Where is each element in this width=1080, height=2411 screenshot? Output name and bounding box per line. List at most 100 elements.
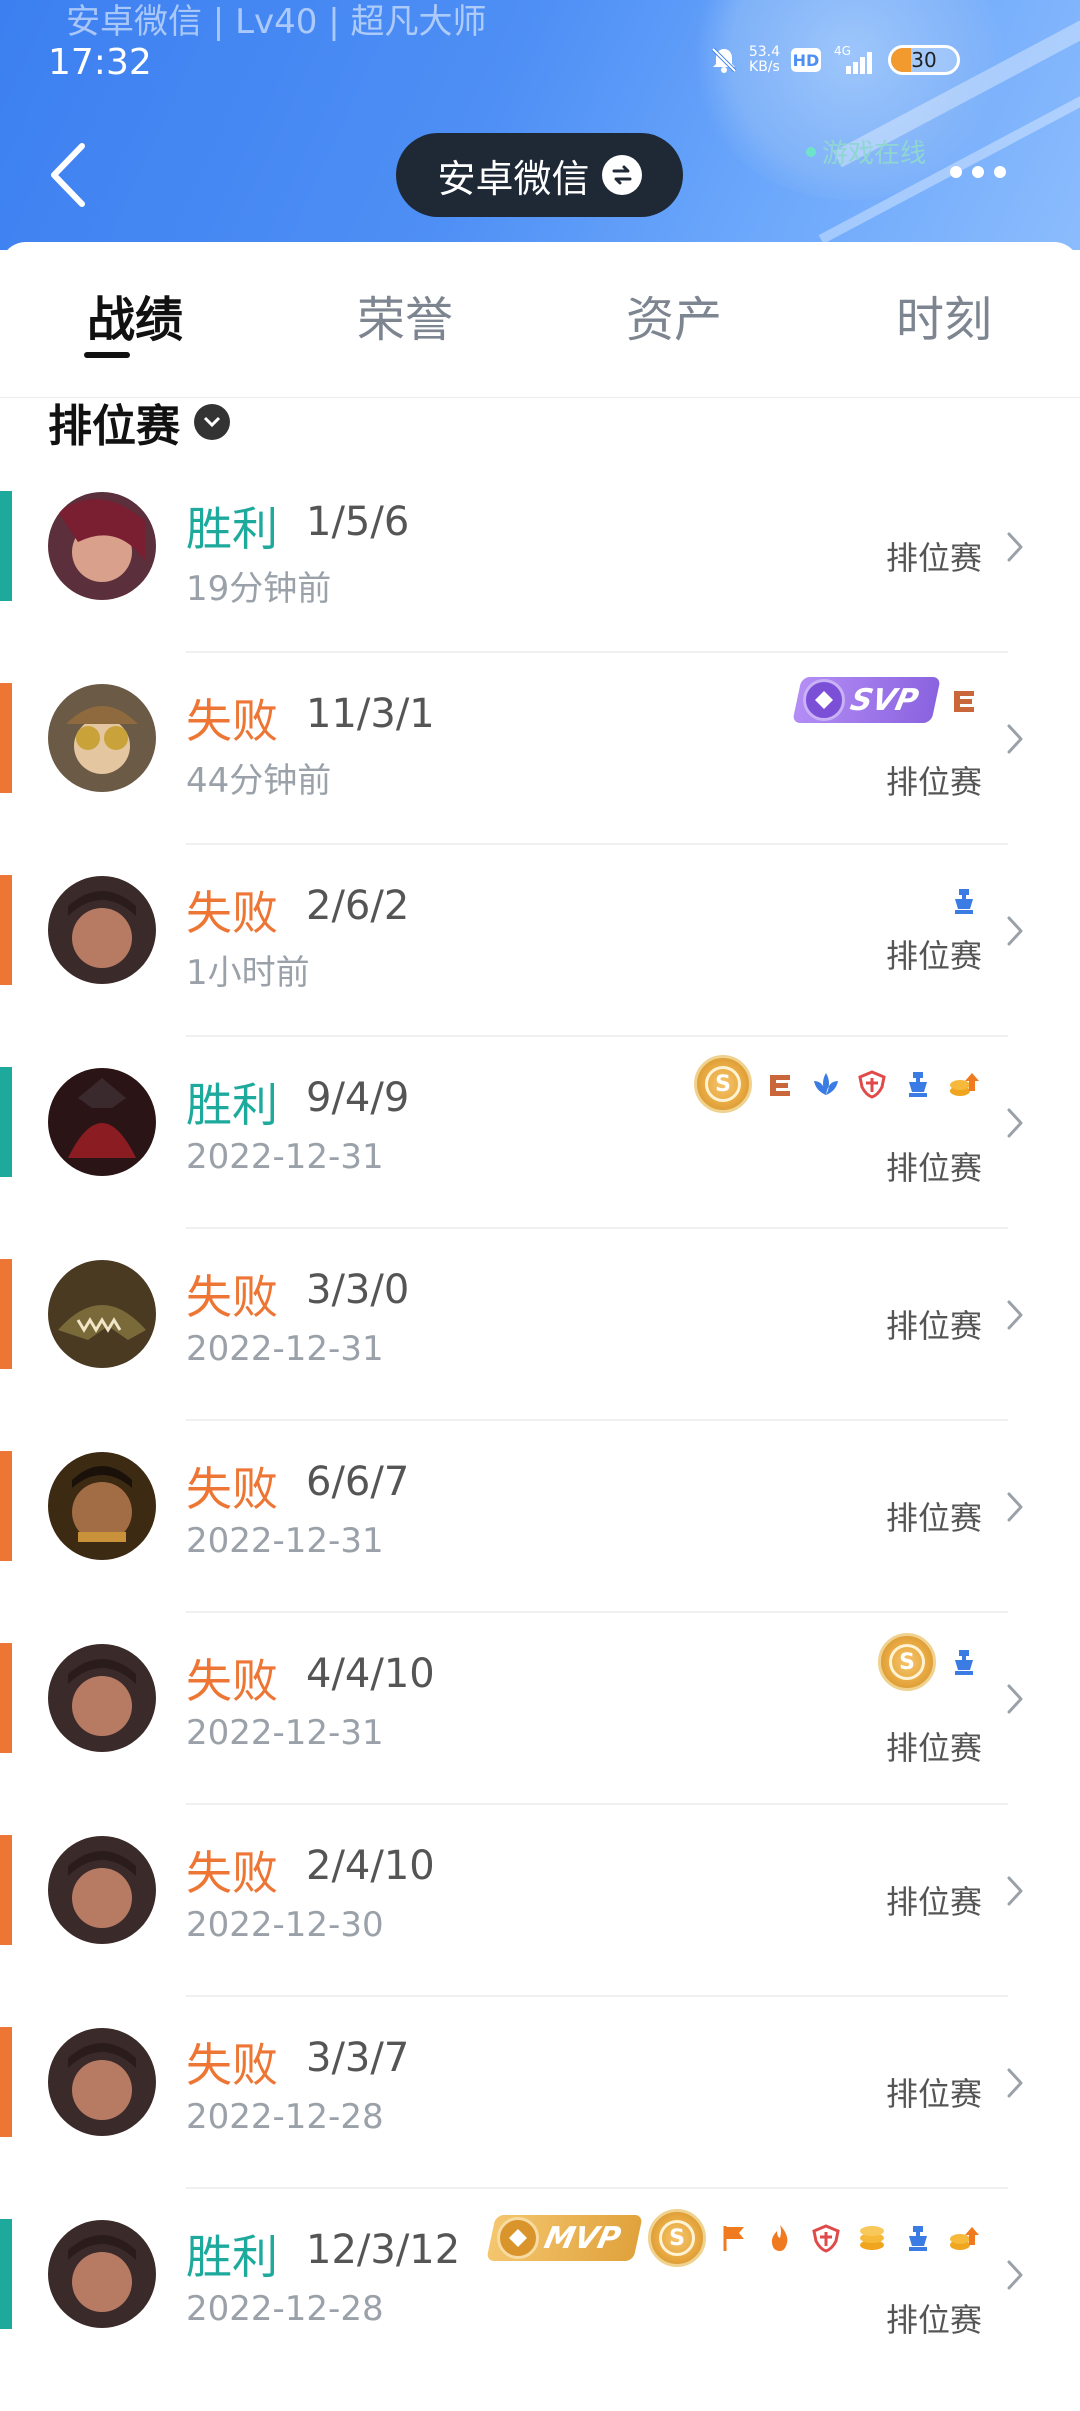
result-bar bbox=[0, 2219, 12, 2329]
hero-avatar bbox=[48, 1836, 156, 1944]
back-arrow-icon[interactable] bbox=[46, 140, 92, 210]
result-bar bbox=[0, 1451, 12, 1561]
match-row[interactable]: 失败 3/3/0 2022-12-31 排位赛 bbox=[0, 1259, 1080, 1451]
result-bar bbox=[0, 491, 12, 601]
match-time: 1小时前 bbox=[186, 953, 310, 993]
account-name: 安卓微信 bbox=[437, 156, 590, 201]
flag-icon bbox=[716, 2220, 752, 2256]
row-divider bbox=[186, 1419, 1008, 1421]
achievement-badges: S bbox=[694, 1055, 982, 1113]
achievement-badges: S bbox=[878, 1633, 982, 1691]
triple-kill-icon bbox=[946, 682, 982, 718]
chevron-right-icon bbox=[1006, 1875, 1024, 1907]
hero-avatar bbox=[48, 876, 156, 984]
hd-icon: HD bbox=[790, 47, 822, 73]
match-row[interactable]: 胜利 1/5/6 19分钟前 排位赛 bbox=[0, 491, 1080, 683]
match-time: 2022-12-28 bbox=[186, 2289, 384, 2329]
match-kda: 3/3/0 bbox=[306, 1267, 410, 1313]
row-divider bbox=[186, 843, 1008, 845]
account-switch-button[interactable]: 安卓微信 bbox=[396, 133, 683, 217]
match-mode: 排位赛 bbox=[885, 937, 982, 975]
row-divider bbox=[186, 1803, 1008, 1805]
match-row[interactable]: 胜利 12/3/12 2022-12-28 MVP S 排位赛 bbox=[0, 2209, 1080, 2411]
match-row[interactable]: 失败 4/4/10 2022-12-31 S 排位赛 bbox=[0, 1633, 1080, 1835]
row-divider bbox=[186, 1611, 1008, 1613]
match-time: 2022-12-31 bbox=[186, 1713, 384, 1753]
match-row[interactable]: 失败 2/4/10 2022-12-30 排位赛 bbox=[0, 1835, 1080, 2027]
tower-icon bbox=[946, 1644, 982, 1680]
result-bar bbox=[0, 1643, 12, 1753]
gold-up-icon bbox=[946, 1066, 982, 1102]
triple-kill-icon bbox=[762, 1066, 798, 1102]
hero-avatar bbox=[48, 2220, 156, 2328]
match-row[interactable]: 失败 6/6/7 2022-12-31 排位赛 bbox=[0, 1451, 1080, 1643]
match-time: 44分钟前 bbox=[186, 761, 332, 801]
hero-avatar bbox=[48, 1452, 156, 1560]
achievement-badges: MVP S bbox=[486, 2209, 982, 2267]
result-bar bbox=[0, 1259, 12, 1369]
mode-filter-dropdown[interactable]: 排位赛 bbox=[48, 390, 230, 454]
tab-record[interactable]: 战绩 bbox=[87, 280, 183, 350]
tab-assets[interactable]: 资产 bbox=[626, 280, 722, 350]
match-kda: 2/4/10 bbox=[306, 1843, 435, 1889]
online-dot-icon bbox=[806, 146, 816, 157]
match-time: 2022-12-31 bbox=[186, 1137, 384, 1177]
match-mode: 排位赛 bbox=[885, 2075, 982, 2113]
more-options-icon[interactable] bbox=[950, 166, 1006, 178]
svg-text:4G: 4G bbox=[834, 44, 851, 58]
filter-label: 排位赛 bbox=[48, 401, 180, 452]
battery-indicator: 30 bbox=[888, 45, 960, 75]
match-kda: 3/3/7 bbox=[306, 2035, 410, 2081]
tab-moments[interactable]: 时刻 bbox=[896, 280, 992, 350]
active-tab-indicator bbox=[84, 352, 130, 358]
status-time: 17:32 bbox=[48, 42, 152, 83]
match-mode: 排位赛 bbox=[885, 539, 982, 577]
status-icons: 53.4 KB/s HD 4G 30 bbox=[709, 44, 960, 76]
match-row[interactable]: 失败 3/3/7 2022-12-28 排位赛 bbox=[0, 2027, 1080, 2219]
player-summary-title: 安卓微信 | Lv40 | 超凡大师 bbox=[66, 2, 487, 42]
result-bar bbox=[0, 1067, 12, 1177]
match-result: 失败 bbox=[186, 1462, 278, 1516]
online-status: 游戏在线 bbox=[806, 133, 926, 170]
match-result: 胜利 bbox=[186, 502, 278, 556]
hero-avatar bbox=[48, 1644, 156, 1752]
hero-avatar bbox=[48, 684, 156, 792]
match-row[interactable]: 胜利 9/4/9 2022-12-31 S 排位赛 bbox=[0, 1055, 1080, 1259]
gold-coin-icon: S bbox=[878, 1633, 936, 1691]
profile-header: 安卓微信 | Lv40 | 超凡大师 17:32 53.4 KB/s HD 4G… bbox=[0, 0, 1080, 250]
match-kda: 6/6/7 bbox=[306, 1459, 410, 1505]
gold-stack-icon bbox=[854, 2220, 890, 2256]
result-bar bbox=[0, 683, 12, 793]
match-mode: 排位赛 bbox=[885, 763, 982, 801]
mvp-tag: MVP bbox=[486, 2215, 643, 2261]
tower-icon bbox=[946, 883, 982, 919]
achievement-badges: SVP bbox=[792, 677, 982, 723]
match-result: 失败 bbox=[186, 2038, 278, 2092]
match-result: 失败 bbox=[186, 1270, 278, 1324]
chevron-right-icon bbox=[1006, 531, 1024, 563]
match-kda: 9/4/9 bbox=[306, 1075, 410, 1121]
diamond-icon bbox=[803, 679, 846, 721]
match-result: 失败 bbox=[186, 1846, 278, 1900]
match-result: 失败 bbox=[186, 886, 278, 940]
match-row[interactable]: 失败 2/6/2 1小时前 排位赛 bbox=[0, 875, 1080, 1067]
signal-icon: 4G bbox=[832, 44, 878, 76]
result-bar bbox=[0, 875, 12, 985]
match-kda: 11/3/1 bbox=[306, 691, 435, 737]
hero-avatar bbox=[48, 2028, 156, 2136]
chevron-right-icon bbox=[1006, 2259, 1024, 2291]
hero-avatar bbox=[48, 492, 156, 600]
match-row[interactable]: 失败 11/3/1 44分钟前 SVP 排位赛 bbox=[0, 677, 1080, 875]
chevron-right-icon bbox=[1006, 1299, 1024, 1331]
gold-coin-icon: S bbox=[694, 1055, 752, 1113]
hero-avatar bbox=[48, 1260, 156, 1368]
tab-honor[interactable]: 荣誉 bbox=[357, 280, 453, 350]
result-bar bbox=[0, 1835, 12, 1945]
chevron-down-icon bbox=[194, 404, 230, 440]
tower-icon bbox=[900, 1066, 936, 1102]
tower-icon bbox=[900, 2220, 936, 2256]
match-time: 2022-12-30 bbox=[186, 1905, 384, 1945]
match-kda: 2/6/2 bbox=[306, 883, 410, 929]
row-divider bbox=[186, 651, 1008, 653]
match-kda: 1/5/6 bbox=[306, 499, 410, 545]
